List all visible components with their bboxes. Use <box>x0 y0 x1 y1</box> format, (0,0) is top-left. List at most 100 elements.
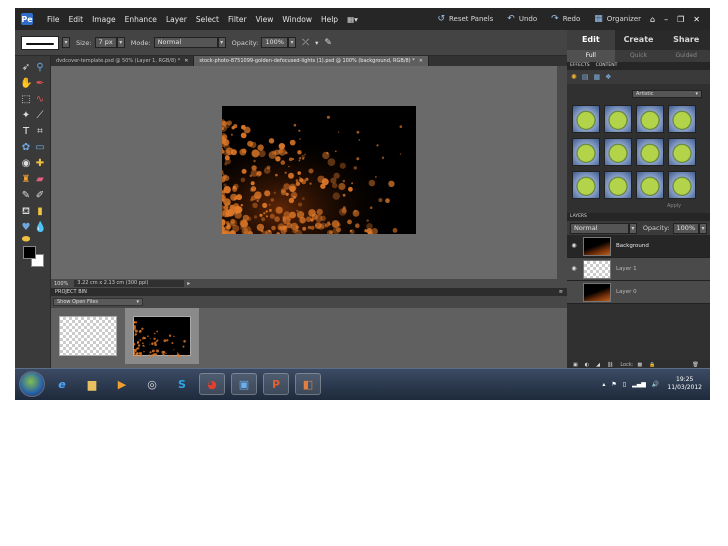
restore-icon[interactable]: ❐ <box>677 15 684 24</box>
effect-thumbnail[interactable] <box>604 171 632 199</box>
layer-opacity-field[interactable]: 100% <box>672 222 700 234</box>
visibility-eye-icon[interactable]: ◉ <box>569 241 579 251</box>
gradient-tool-icon[interactable]: ▮ <box>34 206 46 218</box>
media-player-icon[interactable]: ▶ <box>109 373 135 395</box>
visibility-eye-icon[interactable]: ◉ <box>569 264 579 274</box>
redo-button[interactable]: ↷ Redo <box>551 14 580 24</box>
layer-name[interactable]: Layer 0 <box>616 289 637 295</box>
effect-thumbnail[interactable] <box>668 105 696 133</box>
effect-thumbnail[interactable] <box>572 105 600 133</box>
eraser-tool-icon[interactable]: ▰ <box>34 174 46 186</box>
workspace-menu-icon[interactable]: ▦▾ <box>347 15 358 24</box>
mode-full[interactable]: Full <box>567 50 615 62</box>
apply-button[interactable]: Apply <box>667 203 681 209</box>
blur-tool-icon[interactable]: 💧 <box>34 222 46 234</box>
effect-thumbnail[interactable] <box>604 105 632 133</box>
menu-image[interactable]: Image <box>92 15 116 24</box>
vertical-scrollbar[interactable] <box>557 66 567 279</box>
minimize-icon[interactable]: – <box>664 15 668 24</box>
brush-settings-icon[interactable]: ▾ <box>315 39 318 47</box>
layer-styles-icon[interactable]: ▤ <box>582 73 589 81</box>
golden-lights-photo[interactable] <box>222 106 416 234</box>
tab-share[interactable]: Share <box>662 30 710 50</box>
doc-tab-golden-lights[interactable]: stock-photo-8751099-golden-defocused-lig… <box>194 56 429 66</box>
show-open-files-select[interactable]: Show Open Files ▾ <box>53 298 143 306</box>
undo-button[interactable]: ↶ Undo <box>507 14 537 24</box>
brush-preset-picker[interactable] <box>21 35 59 50</box>
chrome-like-icon[interactable]: ◎ <box>139 373 165 395</box>
menu-file[interactable]: File <box>47 15 60 24</box>
crop-tool-icon[interactable]: ⌗ <box>34 126 46 138</box>
healing-brush-tool-icon[interactable]: ✚ <box>34 158 46 170</box>
move-tool-icon[interactable]: ➶ <box>20 62 32 74</box>
layer-row[interactable]: ◉ Background <box>567 235 710 258</box>
paint-bucket-tool-icon[interactable]: ⛾ <box>20 206 32 218</box>
effects-category-select[interactable]: Artistic ▾ <box>632 90 702 98</box>
effect-thumbnail[interactable] <box>636 138 664 166</box>
info-menu-icon[interactable]: ▸ <box>187 280 190 287</box>
effects-tab[interactable]: EFFECTS <box>570 62 590 70</box>
menu-view[interactable]: View <box>256 15 274 24</box>
brush-tool-icon[interactable]: ✎ <box>20 190 32 202</box>
clock[interactable]: 19:25 11/03/2012 <box>667 376 702 392</box>
doc-tab-dvdcover[interactable]: dvdcover-template.psd @ 50% (Layer 1, RG… <box>51 56 195 66</box>
menu-layer[interactable]: Layer <box>166 15 187 24</box>
start-button[interactable] <box>19 371 45 397</box>
sponge-tool-icon[interactable]: ⬬ <box>20 234 32 246</box>
reset-panels-button[interactable]: ↺ Reset Panels <box>437 14 493 24</box>
layer-opacity-dropdown[interactable]: ▾ <box>699 222 707 234</box>
blend-mode-dropdown[interactable]: ▾ <box>628 222 637 234</box>
close-tab-icon[interactable]: ✕ <box>184 58 188 64</box>
menu-select[interactable]: Select <box>196 15 219 24</box>
zoom-readout[interactable]: 100% <box>54 281 68 287</box>
selection-brush-tool-icon[interactable]: ⟋ <box>34 110 46 122</box>
effects-combo-icon[interactable]: ❖ <box>605 73 611 81</box>
tab-create[interactable]: Create <box>615 30 663 50</box>
size-dropdown[interactable]: ▾ <box>116 37 125 48</box>
presentation-app-icon[interactable]: ◧ <box>295 373 321 395</box>
type-tool-icon[interactable]: T <box>20 126 32 138</box>
tab-edit[interactable]: Edit <box>567 30 615 50</box>
tablet-settings-icon[interactable]: ✎ <box>324 38 332 48</box>
volume-icon[interactable]: 🔊 <box>652 381 659 388</box>
organizer-button[interactable]: ▦ Organizer <box>594 14 641 24</box>
eyedropper-tool-icon[interactable]: ✒ <box>34 78 46 90</box>
network-icon[interactable]: ▂▄▆ <box>632 381 646 388</box>
magic-wand-tool-icon[interactable]: ✦ <box>20 110 32 122</box>
filters-icon[interactable]: ✺ <box>571 73 577 81</box>
photoshop-elements-taskbar-icon[interactable]: ▣ <box>231 373 257 395</box>
app-logo-icon[interactable]: Pe <box>21 13 33 25</box>
opacity-field[interactable]: 100% <box>261 37 288 48</box>
cookie-cutter-tool-icon[interactable]: ✿ <box>20 142 32 154</box>
content-tab[interactable]: CONTENT <box>596 62 618 70</box>
close-icon[interactable]: ✕ <box>693 15 700 24</box>
action-center-icon[interactable]: ⚑ <box>611 381 616 388</box>
menu-help[interactable]: Help <box>321 15 338 24</box>
home-icon[interactable]: ⌂ <box>650 15 655 24</box>
foreground-color-swatch[interactable] <box>23 246 36 259</box>
effect-thumbnail[interactable] <box>668 171 696 199</box>
effect-thumbnail[interactable] <box>668 138 696 166</box>
straighten-tool-icon[interactable]: ▭ <box>34 142 46 154</box>
menu-enhance[interactable]: Enhance <box>125 15 157 24</box>
layer-name[interactable]: Background <box>616 243 649 249</box>
explorer-icon[interactable]: ▆ <box>79 373 105 395</box>
mode-select[interactable]: Normal <box>153 37 218 48</box>
show-hidden-icons-icon[interactable]: ▴ <box>602 381 605 388</box>
menu-edit[interactable]: Edit <box>69 15 84 24</box>
brush-dropdown[interactable]: ▾ <box>62 37 70 48</box>
effect-thumbnail[interactable] <box>604 138 632 166</box>
effect-thumbnail[interactable] <box>636 171 664 199</box>
visibility-eye-icon[interactable] <box>569 287 579 297</box>
size-field[interactable]: 7 px <box>94 37 117 48</box>
bin-thumb-dvdcover[interactable] <box>51 308 125 364</box>
airbrush-icon[interactable]: ⤫ <box>302 38 309 48</box>
layer-row[interactable]: ◉ Layer 1 <box>567 258 710 281</box>
effect-thumbnail[interactable] <box>636 105 664 133</box>
layer-name[interactable]: Layer 1 <box>616 266 637 272</box>
photo-effects-icon[interactable]: ▦ <box>594 73 601 81</box>
hand-tool-icon[interactable]: ✋ <box>20 78 32 90</box>
shape-tool-icon[interactable]: ♥ <box>20 222 32 234</box>
clone-stamp-tool-icon[interactable]: ♜ <box>20 174 32 186</box>
opacity-dropdown[interactable]: ▾ <box>287 37 296 48</box>
